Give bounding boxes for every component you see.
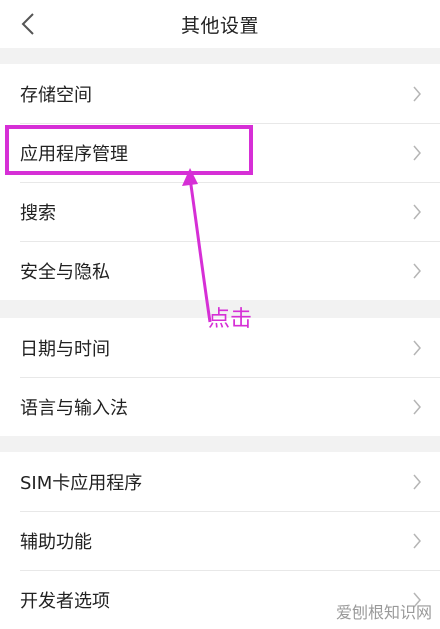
settings-item-accessibility[interactable]: 辅助功能 (0, 511, 440, 570)
page-title: 其他设置 (180, 14, 259, 37)
settings-item-label: 开发者选项 (20, 590, 110, 612)
settings-group-1: 存储空间 应用程序管理 搜索 安全与隐私 (0, 64, 440, 300)
settings-item-label: 日期与时间 (20, 338, 110, 360)
tap-annotation: 点击 (208, 307, 253, 332)
chevron-right-icon (413, 533, 421, 548)
settings-item-label: 搜索 (20, 202, 56, 224)
chevron-right-icon (413, 340, 421, 355)
top-bar: 其他设置 (0, 0, 440, 48)
settings-item-label: 存储空间 (20, 84, 92, 106)
settings-item-label: SIM卡应用程序 (20, 472, 143, 494)
settings-item-language-input[interactable]: 语言与输入法 (0, 377, 440, 436)
settings-item-label: 语言与输入法 (20, 397, 128, 419)
highlight-box (5, 125, 253, 175)
settings-item-label: 辅助功能 (20, 531, 92, 553)
chevron-right-icon (413, 399, 421, 414)
settings-item-sim-apps[interactable]: SIM卡应用程序 (0, 452, 440, 511)
watermark: 爱刨根知识网 (335, 603, 432, 622)
chevron-right-icon (413, 474, 421, 489)
settings-item-security-privacy[interactable]: 安全与隐私 (0, 241, 440, 300)
settings-item-storage[interactable]: 存储空间 (0, 64, 440, 123)
chevron-right-icon (413, 204, 421, 219)
settings-item-search[interactable]: 搜索 (0, 182, 440, 241)
chevron-right-icon (413, 263, 421, 278)
chevron-right-icon (413, 145, 421, 160)
chevron-right-icon (413, 86, 421, 101)
settings-group-2: 日期与时间 语言与输入法 (0, 318, 440, 436)
settings-item-label: 安全与隐私 (20, 261, 110, 283)
back-button[interactable] (12, 8, 44, 40)
back-arrow-icon (21, 13, 34, 35)
